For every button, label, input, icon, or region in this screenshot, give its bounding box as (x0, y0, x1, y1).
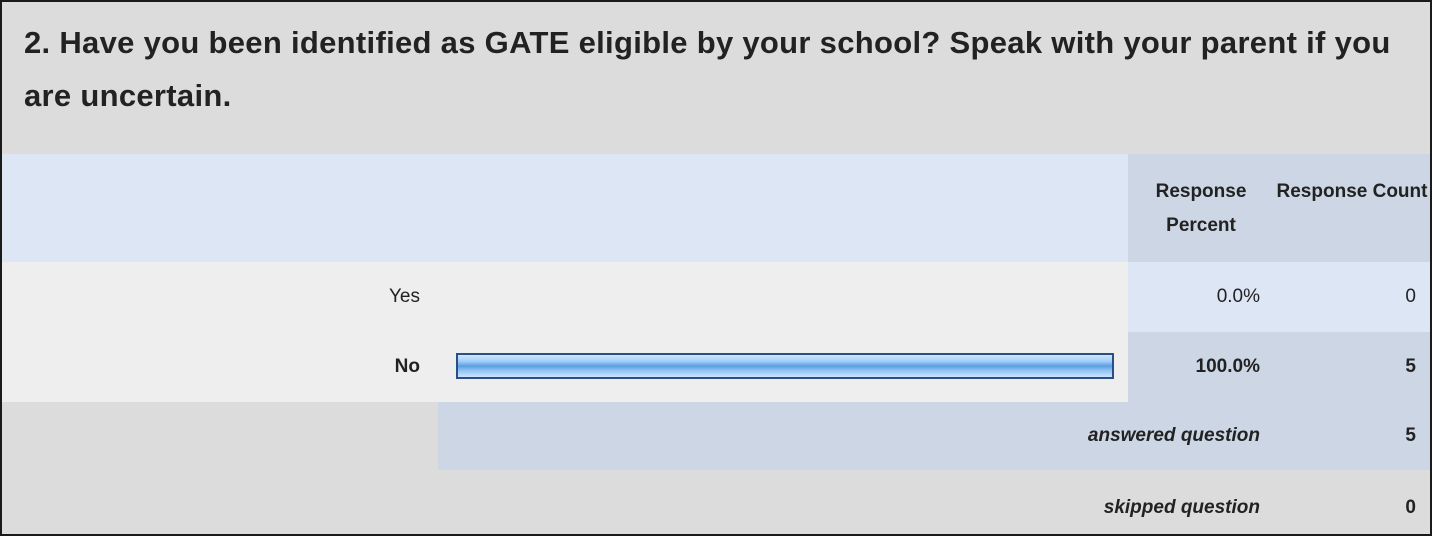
row-count-no: 5 (1274, 332, 1430, 402)
row-percent-yes: 0.0% (1128, 262, 1274, 332)
row-label-yes: Yes (2, 262, 438, 332)
row-count-yes: 0 (1274, 262, 1430, 332)
header-spacer (2, 154, 1128, 262)
bar-track (456, 283, 1114, 309)
row-bar-cell-no (438, 332, 1128, 402)
summary-spacer (2, 402, 438, 470)
bar-track (456, 353, 1114, 379)
answered-question-label: answered question (438, 402, 1274, 470)
skipped-question-count: 0 (1274, 470, 1430, 534)
response-bar-no (456, 353, 1114, 379)
row-percent-no: 100.0% (1128, 332, 1274, 402)
survey-result-panel: 2. Have you been identified as GATE elig… (0, 0, 1432, 536)
answered-question-count: 5 (1274, 402, 1430, 470)
header-response-count: Response Count (1274, 154, 1430, 262)
row-label-no: No (2, 332, 438, 402)
question-title: 2. Have you been identified as GATE elig… (24, 25, 1391, 113)
row-bar-cell-yes (438, 262, 1128, 332)
header-response-percent: Response Percent (1128, 154, 1274, 262)
skipped-question-label: skipped question (2, 470, 1274, 534)
